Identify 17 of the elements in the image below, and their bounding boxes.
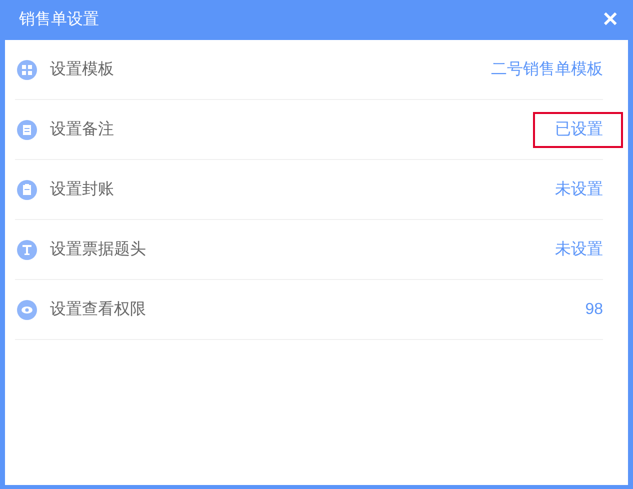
setting-label: 设置备注 bbox=[50, 120, 114, 140]
setting-label: 设置封账 bbox=[50, 180, 114, 200]
letter-t-icon bbox=[17, 240, 37, 260]
grid-icon bbox=[17, 60, 37, 80]
setting-value[interactable]: 未设置 bbox=[533, 172, 623, 208]
clipboard-icon bbox=[17, 180, 37, 200]
setting-label: 设置票据题头 bbox=[50, 240, 146, 260]
window-title: 销售单设置 bbox=[19, 10, 99, 30]
close-button[interactable]: ✕ bbox=[602, 10, 619, 30]
setting-label: 设置查看权限 bbox=[50, 300, 146, 320]
setting-value[interactable]: 二号销售单模板 bbox=[469, 52, 623, 88]
setting-label: 设置模板 bbox=[50, 60, 114, 80]
setting-value[interactable]: 已设置 bbox=[533, 112, 623, 148]
eye-icon bbox=[17, 300, 37, 320]
setting-value[interactable]: 未设置 bbox=[533, 232, 623, 268]
setting-value[interactable]: 98 bbox=[563, 292, 623, 328]
document-icon bbox=[17, 120, 37, 140]
